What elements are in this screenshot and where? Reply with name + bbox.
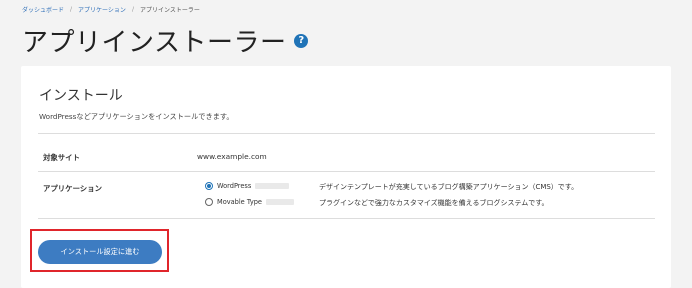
target-site-value: www.example.com bbox=[197, 152, 267, 161]
page-title: アプリインストーラー bbox=[22, 28, 287, 58]
radio-wordpress[interactable] bbox=[205, 182, 213, 190]
breadcrumb-separator: / bbox=[70, 6, 73, 13]
version-redacted bbox=[255, 183, 290, 189]
breadcrumb: ダッシュボード / アプリケーション / アプリインストーラー bbox=[22, 5, 200, 14]
target-site-label: 対象サイト bbox=[43, 153, 80, 162]
divider bbox=[38, 218, 655, 219]
application-label: アプリケーション bbox=[43, 184, 102, 193]
breadcrumb-current: アプリインストーラー bbox=[139, 7, 200, 14]
version-redacted bbox=[265, 199, 294, 205]
breadcrumb-dashboard[interactable]: ダッシュボード bbox=[22, 5, 64, 14]
option-wordpress-name: WordPress bbox=[217, 182, 252, 190]
option-wordpress-description: デザインテンプレートが充実しているブログ構築アプリケーション（CMS）です。 bbox=[319, 183, 579, 191]
divider bbox=[38, 171, 655, 172]
highlight-box bbox=[30, 229, 169, 272]
option-movable-type[interactable]: Movable Type bbox=[205, 198, 294, 206]
option-movable-type-name: Movable Type bbox=[217, 198, 262, 206]
option-movable-type-description: プラグインなどで強力なカスタマイズ機能を備えるブログシステムです。 bbox=[319, 199, 549, 207]
section-description: WordPressなどアプリケーションをインストールできます。 bbox=[39, 112, 234, 121]
option-wordpress[interactable]: WordPress bbox=[205, 182, 290, 190]
radio-movable-type[interactable] bbox=[205, 198, 213, 206]
question-circle-icon[interactable]: ? bbox=[294, 33, 309, 48]
divider bbox=[38, 133, 655, 134]
breadcrumb-applications[interactable]: アプリケーション bbox=[78, 5, 126, 14]
page-title-heading: アプリインストーラー ? bbox=[22, 22, 309, 59]
section-title: インストール bbox=[39, 88, 123, 104]
breadcrumb-separator: / bbox=[131, 6, 134, 13]
